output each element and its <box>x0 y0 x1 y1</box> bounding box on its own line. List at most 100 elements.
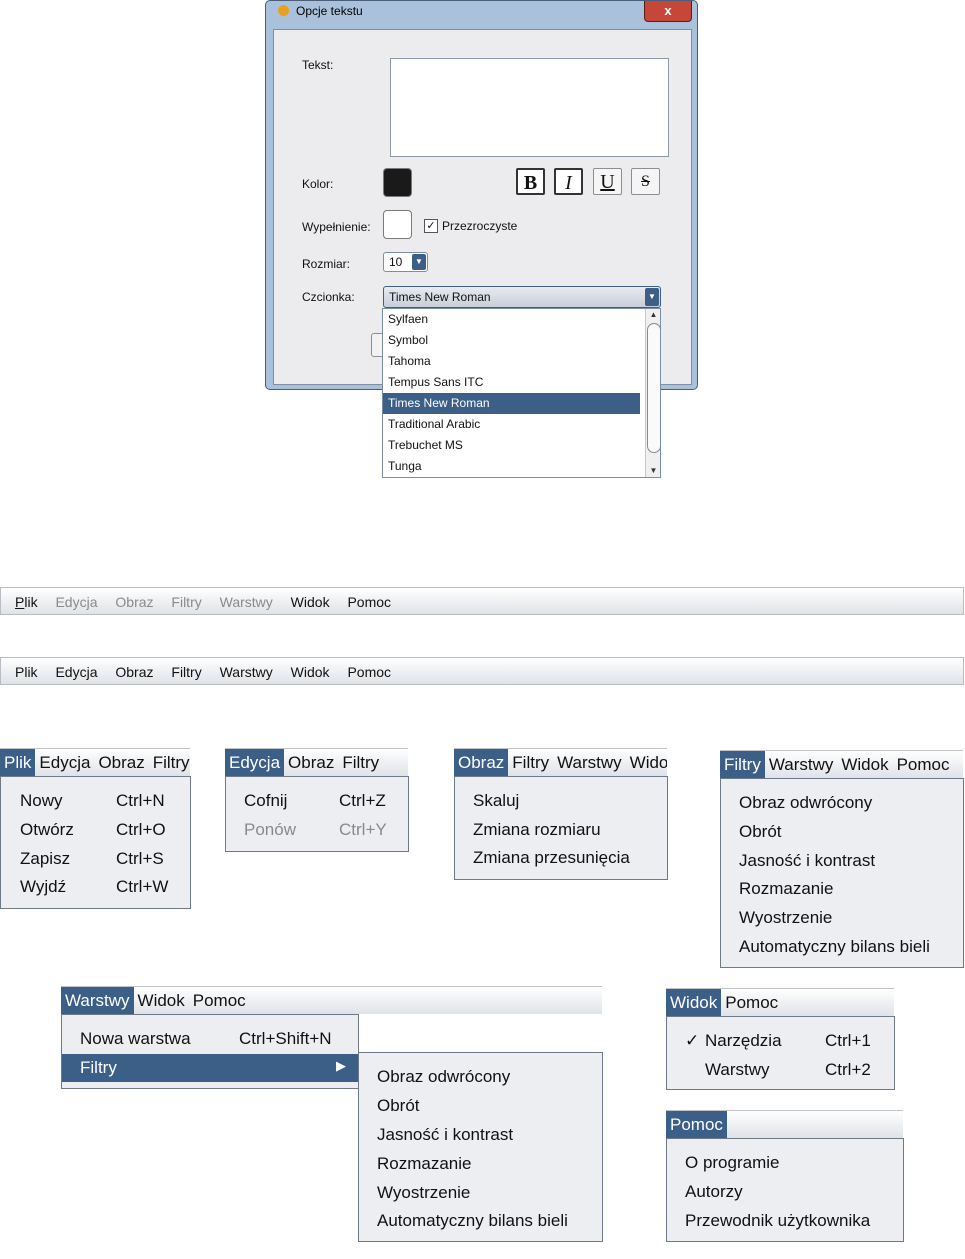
menu-plik[interactable]: Plik <box>15 594 38 610</box>
menu-filtry[interactable]: Filtry <box>171 664 201 680</box>
menu-pomoc-active[interactable]: Pomoc <box>666 1111 727 1138</box>
text-label: Tekst: <box>302 58 334 72</box>
menu-plik-active[interactable]: Plik <box>0 749 36 776</box>
submenu-item[interactable]: Automatyczny bilans bieli <box>377 1211 568 1231</box>
font-option-selected[interactable]: Times New Roman <box>383 393 640 414</box>
font-option[interactable]: Tempus Sans ITC <box>383 372 640 393</box>
menu-filtry[interactable]: Filtry <box>171 594 201 610</box>
text-input[interactable] <box>390 58 669 157</box>
submenu-item[interactable]: Jasność i kontrast <box>377 1125 513 1145</box>
font-combo[interactable]: Times New Roman ▼ <box>383 286 661 308</box>
widok-menu-popup: ✓ Narzędzia Ctrl+1 Warstwy Ctrl+2 <box>666 1016 895 1090</box>
menu-filtry[interactable]: Filtry <box>149 749 190 776</box>
menu-item-nowa-warstwa[interactable]: Nowa warstwa <box>80 1029 191 1049</box>
menu-obraz[interactable]: Obraz <box>94 749 148 776</box>
menu-item-wyjdz[interactable]: Wyjdź <box>20 877 66 897</box>
font-option[interactable]: Tunga <box>383 456 640 477</box>
edycja-menu-bar: Edycja Obraz Filtry <box>225 748 408 776</box>
scroll-up-icon[interactable]: ▲ <box>646 309 660 321</box>
menu-warstwy[interactable]: Warstwy <box>220 664 273 680</box>
scrollbar[interactable]: ▲ ▼ <box>645 309 660 477</box>
font-option[interactable]: Traditional Arabic <box>383 414 640 435</box>
menu-warstwy[interactable]: Warstwy <box>765 751 838 778</box>
strikethrough-button[interactable]: S <box>631 168 660 195</box>
scroll-thumb[interactable] <box>647 323 660 453</box>
fill-color-swatch[interactable] <box>383 210 412 239</box>
menu-item-ponow[interactable]: Ponów <box>244 820 296 840</box>
menu-item-obraz-odwrocony[interactable]: Obraz odwrócony <box>739 793 872 813</box>
menu-warstwy[interactable]: Warstwy <box>220 594 273 610</box>
transparent-checkbox[interactable]: ✓ <box>424 219 438 233</box>
menu-filtry[interactable]: Filtry <box>508 749 553 776</box>
menu-plik[interactable]: Plik <box>15 664 38 680</box>
size-value: 10 <box>389 255 403 269</box>
menu-item-wyostrzenie[interactable]: Wyostrzenie <box>739 908 832 928</box>
text-color-swatch[interactable] <box>383 168 412 197</box>
menu-widok[interactable]: Widok <box>134 987 189 1014</box>
menu-item-narzedzia[interactable]: Narzędzia <box>705 1031 782 1051</box>
dialog-title: Opcje tekstu <box>296 4 363 18</box>
menu-item-zapisz[interactable]: Zapisz <box>20 849 70 869</box>
pomoc-menu-bar: Pomoc <box>666 1110 903 1138</box>
plik-menu-bar: Plik Edycja Obraz Filtry <box>0 748 190 776</box>
menu-pomoc[interactable]: Pomoc <box>721 989 782 1016</box>
submenu-item[interactable]: Obraz odwrócony <box>377 1067 510 1087</box>
menu-obraz[interactable]: Obraz <box>115 664 153 680</box>
font-option[interactable]: Trebuchet MS <box>383 435 640 456</box>
font-value: Times New Roman <box>389 290 491 304</box>
bold-button[interactable]: B <box>516 168 545 195</box>
chevron-down-icon: ▼ <box>645 288 659 306</box>
menu-pomoc[interactable]: Pomoc <box>347 664 391 680</box>
menu-pomoc[interactable]: Pomoc <box>189 987 250 1014</box>
shortcut: Ctrl+Shift+N <box>239 1029 332 1048</box>
menu-item-bilans-bieli[interactable]: Automatyczny bilans bieli <box>739 937 930 957</box>
menu-item-filtry[interactable]: Filtry <box>80 1058 117 1078</box>
menu-item-rozmazanie[interactable]: Rozmazanie <box>739 879 834 899</box>
menu-widok[interactable]: Widok <box>291 664 330 680</box>
menu-edycja-active[interactable]: Edycja <box>225 749 285 776</box>
menu-item-jasnosc-kontrast[interactable]: Jasność i kontrast <box>739 851 875 871</box>
menu-item-cofnij[interactable]: Cofnij <box>244 791 287 811</box>
menu-item-otworz[interactable]: Otwórz <box>20 820 74 840</box>
menu-widok[interactable]: Widok <box>837 751 892 778</box>
menu-item-obrot[interactable]: Obrót <box>739 822 782 842</box>
italic-button[interactable]: I <box>554 168 583 195</box>
menu-edycja[interactable]: Edycja <box>35 749 94 776</box>
close-button[interactable]: x <box>644 1 692 22</box>
shortcut: Ctrl+Z <box>339 791 386 810</box>
menu-obraz[interactable]: Obraz <box>284 749 338 776</box>
widok-menu-bar: Widok Pomoc <box>666 988 894 1016</box>
menu-item-przewodnik[interactable]: Przewodnik użytkownika <box>685 1211 870 1231</box>
menu-edycja[interactable]: Edycja <box>55 594 97 610</box>
font-option[interactable]: Symbol <box>383 330 640 351</box>
menu-item-autorzy[interactable]: Autorzy <box>685 1182 743 1202</box>
menu-item-zmiana-przesuniecia[interactable]: Zmiana przesunięcia <box>473 848 630 868</box>
menu-item-warstwy[interactable]: Warstwy <box>705 1060 770 1080</box>
font-option[interactable]: Tahoma <box>383 351 640 372</box>
underline-button[interactable]: U <box>593 168 622 195</box>
scroll-down-icon[interactable]: ▼ <box>646 465 660 477</box>
size-combo[interactable]: 10 ▼ <box>383 252 428 272</box>
menu-warstwy-active[interactable]: Warstwy <box>61 987 134 1014</box>
menu-widok[interactable]: Widok <box>291 594 330 610</box>
submenu-item[interactable]: Obrót <box>377 1096 420 1116</box>
font-dropdown-list[interactable]: Sylfaen Symbol Tahoma Tempus Sans ITC Ti… <box>382 308 661 478</box>
menu-edycja[interactable]: Edycja <box>55 664 97 680</box>
menu-filtry-active[interactable]: Filtry <box>720 751 765 778</box>
menu-item-skaluj[interactable]: Skaluj <box>473 791 519 811</box>
filtry-menu-popup: Obraz odwrócony Obrót Jasność i kontrast… <box>720 778 964 968</box>
menu-warstwy[interactable]: Warstwy <box>553 749 626 776</box>
submenu-item[interactable]: Wyostrzenie <box>377 1183 470 1203</box>
menu-item-o-programie[interactable]: O programie <box>685 1153 779 1173</box>
menu-obraz[interactable]: Obraz <box>115 594 153 610</box>
menu-pomoc[interactable]: Pomoc <box>893 751 954 778</box>
menu-item-zmiana-rozmiaru[interactable]: Zmiana rozmiaru <box>473 820 601 840</box>
menu-obraz-active[interactable]: Obraz <box>454 749 509 776</box>
font-option[interactable]: Sylfaen <box>383 309 640 330</box>
menu-widok-active[interactable]: Widok <box>666 989 722 1016</box>
menu-widok[interactable]: Widok <box>626 749 667 776</box>
menu-item-nowy[interactable]: Nowy <box>20 791 63 811</box>
submenu-item[interactable]: Rozmazanie <box>377 1154 472 1174</box>
menu-filtry[interactable]: Filtry <box>338 749 383 776</box>
menu-pomoc[interactable]: Pomoc <box>347 594 391 610</box>
